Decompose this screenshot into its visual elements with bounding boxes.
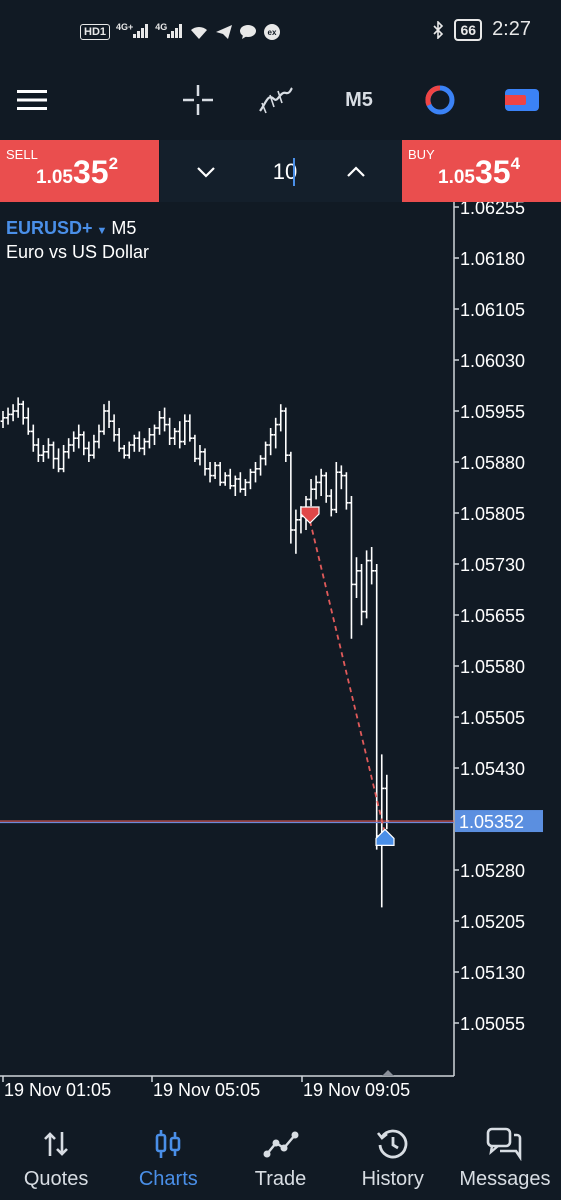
symbol-dropdown-icon: ▼	[96, 225, 108, 237]
crosshair-button[interactable]	[178, 80, 218, 120]
time-axis-label: 19 Nov 09:05	[303, 1080, 410, 1100]
hd-indicator: HD1	[80, 23, 111, 40]
nav-charts-label: Charts	[138, 1168, 198, 1190]
bluetooth-icon	[433, 20, 444, 39]
chat-icon	[240, 24, 257, 39]
signal-2-indicator: 4G	[155, 22, 183, 41]
nav-charts[interactable]: Charts	[112, 1112, 224, 1200]
chevron-up-icon	[347, 166, 365, 177]
battery-indicator: 66	[454, 18, 483, 41]
nav-history[interactable]: History	[337, 1112, 449, 1200]
nav-quotes[interactable]: Quotes	[0, 1112, 112, 1200]
signal-1-indicator: 4G+	[116, 22, 149, 41]
buy-deal-marker	[375, 828, 395, 846]
sell-price: 1.05352	[36, 154, 118, 191]
nav-history-label: History	[361, 1168, 424, 1190]
price-axis-label: 1.05880	[460, 453, 525, 473]
price-axis-label: 1.05430	[460, 759, 525, 779]
price-chart[interactable]: 1.06255 1.06180 1.06105 1.06030 1.05955 1.058…	[0, 202, 561, 1112]
chart-toolbar: M5	[0, 64, 561, 140]
price-axis-label: 1.05055	[460, 1014, 525, 1034]
one-click-trading-button[interactable]	[420, 80, 460, 120]
buy-label: BUY	[408, 147, 435, 162]
nav-quotes-label: Quotes	[23, 1168, 89, 1190]
history-icon	[376, 1129, 408, 1159]
price-axis-label: 1.06030	[460, 351, 525, 371]
timeframe-label: M5	[345, 88, 373, 111]
time-axis-label: 19 Nov 01:05	[4, 1080, 111, 1100]
price-axis-label: 1.05655	[460, 606, 525, 626]
volume-input[interactable]	[248, 156, 322, 188]
price-axis-label: 1.05805	[460, 504, 525, 524]
price-axis-label: 1.05280	[460, 861, 525, 881]
buy-price-sup: 4	[510, 154, 521, 173]
chart-symbol-selector[interactable]: EURUSD+ ▼ M5	[6, 218, 136, 239]
price-axis-label: 1.05730	[460, 555, 525, 575]
price-axis-label: 1.05955	[460, 402, 525, 422]
quotes-icon	[44, 1132, 69, 1156]
time-axis-label: 19 Nov 05:05	[153, 1080, 260, 1100]
volume-increase-button[interactable]	[336, 152, 376, 192]
price-axis-label: 1.05505	[460, 708, 525, 728]
one-click-trading-icon	[425, 85, 455, 115]
volume-decrease-button[interactable]	[186, 152, 226, 192]
buy-price-small: 1.05	[438, 167, 475, 188]
wifi-icon	[191, 26, 208, 39]
nav-trade-label: Trade	[254, 1168, 307, 1190]
price-axis-label: 1.06105	[460, 300, 525, 320]
indicators-icon	[259, 87, 293, 114]
status-bar: HD1 4G+ 4G ex 66 2:27	[0, 0, 561, 64]
signal-bars-icon	[167, 24, 183, 38]
messages-icon	[486, 1127, 522, 1161]
one-click-trade-panel: SELL 1.05352 BUY 1.05354	[0, 140, 561, 202]
status-indicators: HD1 4G+ 4G ex	[80, 22, 281, 41]
nav-messages-label: Messages	[459, 1168, 551, 1190]
sell-price-small: 1.05	[36, 167, 73, 188]
sell-price-big: 35	[72, 154, 109, 190]
menu-button[interactable]	[14, 80, 50, 120]
trade-icon	[505, 89, 539, 111]
sell-price-sup: 2	[108, 154, 119, 173]
indicators-button[interactable]	[256, 80, 296, 120]
price-axis-label: 1.06180	[460, 249, 525, 269]
symbol-timeframe: M5	[111, 218, 137, 238]
chart-canvas[interactable]: 1.06255 1.06180 1.06105 1.06030 1.05955 1.058…	[0, 202, 561, 1112]
current-price-label: 1.05352	[459, 812, 524, 832]
sell-deal-marker	[300, 506, 320, 524]
trade-nav-icon	[263, 1131, 298, 1158]
trade-button[interactable]	[502, 80, 542, 120]
status-right: 66 2:27	[432, 18, 531, 41]
symbol-description: Euro vs US Dollar	[6, 242, 150, 262]
exness-icon: ex	[264, 23, 281, 40]
svg-text:ex: ex	[268, 28, 277, 37]
volume-control	[160, 140, 402, 202]
charts-icon	[155, 1130, 181, 1158]
symbol-name: EURUSD+	[6, 218, 93, 238]
sell-label: SELL	[6, 147, 38, 162]
chart-shift-marker	[382, 1070, 394, 1076]
sell-button[interactable]: SELL 1.05352	[0, 140, 159, 202]
chevron-down-icon	[197, 167, 215, 178]
hamburger-menu-icon	[17, 90, 47, 110]
bottom-navigation: Quotes Charts Trade History Messages	[0, 1112, 561, 1200]
price-axis-label: 1.05205	[460, 912, 525, 932]
nav-trade[interactable]: Trade	[224, 1112, 336, 1200]
price-axis-label: 1.06255	[460, 202, 525, 218]
clock: 2:27	[492, 18, 531, 40]
price-axis-label: 1.05130	[460, 963, 525, 983]
buy-price-big: 35	[474, 154, 511, 190]
text-caret	[293, 158, 295, 186]
trade-connector-line	[309, 520, 386, 834]
timeframe-button[interactable]: M5	[336, 80, 382, 120]
telegram-icon	[216, 24, 233, 39]
signal-bars-icon	[133, 24, 149, 38]
price-axis-label: 1.05580	[460, 657, 525, 677]
crosshair-icon	[183, 85, 213, 115]
nav-messages[interactable]: Messages	[449, 1112, 561, 1200]
buy-button[interactable]: BUY 1.05354	[402, 140, 561, 202]
buy-price: 1.05354	[438, 154, 520, 191]
